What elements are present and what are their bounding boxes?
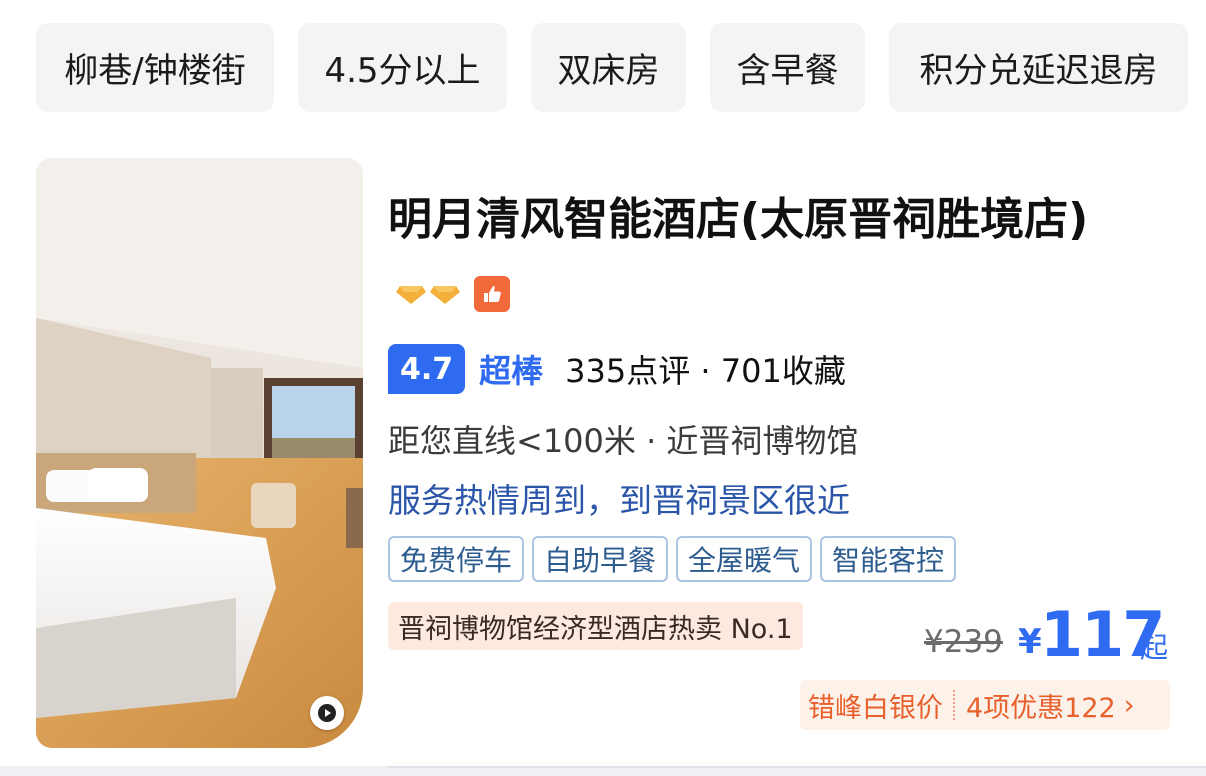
- promo-label: 错峰白银价: [808, 692, 943, 724]
- tag-free-parking: 免费停车: [388, 536, 525, 582]
- score-badge: 4.7: [388, 344, 466, 394]
- hotel-name[interactable]: 明月清风智能酒店(太原晋祠胜境店): [388, 184, 1148, 328]
- hotel-name-text: 明月清风智能酒店(太原晋祠胜境店): [388, 194, 1089, 245]
- tag-self-breakfast: 自助早餐: [532, 536, 669, 582]
- price-suffix: 起: [1140, 631, 1169, 664]
- hotel-room-photo: [36, 158, 363, 748]
- thumbs-up-icon: [474, 276, 510, 312]
- highlight-text: 服务热情周到，到晋祠景区很近: [388, 481, 850, 520]
- play-icon: [318, 704, 336, 722]
- reviews-count[interactable]: 335点评 · 701收藏: [565, 346, 846, 392]
- tag-heating: 全屋暖气: [676, 536, 813, 582]
- card-divider: [0, 766, 1206, 776]
- hotel-badges: [396, 276, 510, 312]
- ranking-badge[interactable]: 晋祠博物馆经济型酒店热卖 No.1: [388, 602, 803, 650]
- promo-divider: [953, 690, 956, 720]
- score-label: 超棒: [479, 352, 544, 390]
- original-price: ¥239: [924, 624, 1003, 660]
- currency-symbol: ¥: [1018, 622, 1042, 662]
- filter-chips: 柳巷/钟楼街 4.5分以上 双床房 含早餐 积分兑延迟退房: [0, 0, 1206, 120]
- diamond-icon: [430, 286, 460, 304]
- rating-row: 4.7 超棒 335点评 · 701收藏: [388, 344, 846, 394]
- filter-chip-late-checkout[interactable]: 积分兑延迟退房: [889, 23, 1188, 112]
- video-play-button[interactable]: [310, 696, 344, 730]
- amenity-tags: 免费停车 自助早餐 全屋暖气 智能客控: [388, 536, 957, 582]
- filter-chip-area[interactable]: 柳巷/钟楼街: [36, 23, 274, 112]
- distance-text: 距您直线<100米 · 近晋祠博物馆: [388, 422, 859, 460]
- filter-chip-twin-room[interactable]: 双床房: [531, 23, 686, 112]
- filter-chip-rating[interactable]: 4.5分以上: [298, 23, 507, 112]
- hotel-photo[interactable]: [36, 158, 363, 748]
- promo-offer: 4项优惠122: [966, 692, 1116, 724]
- chevron-right-icon: ›: [1123, 689, 1135, 721]
- divider-line: [388, 766, 1206, 768]
- filter-chip-breakfast[interactable]: 含早餐: [710, 23, 865, 112]
- promo-bar[interactable]: 错峰白银价 4项优惠122 ›: [800, 680, 1170, 730]
- diamond-icon: [396, 286, 426, 304]
- tag-smart-control: 智能客控: [820, 536, 957, 582]
